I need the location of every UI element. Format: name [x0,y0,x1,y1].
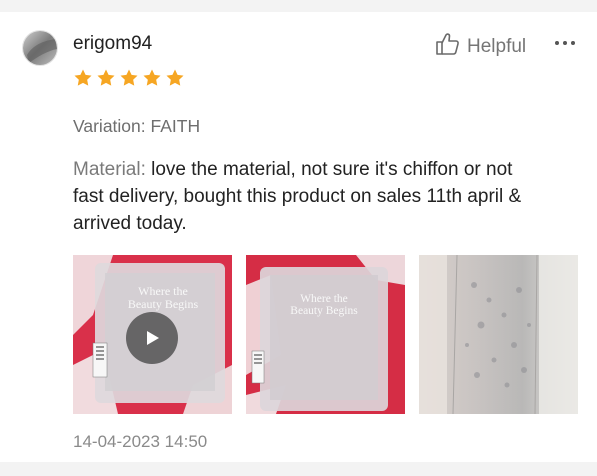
package-text-line2: Beauty Begins [127,297,199,311]
star-icon [143,69,161,86]
review-timestamp: 14-04-2023 14:50 [73,432,208,451]
media-gallery: Where the Beauty Begins Where the Beauty… [73,255,578,414]
username[interactable]: erigom94 [73,33,152,55]
star-icon [74,69,92,86]
thumbs-up-icon [435,31,461,63]
star-icon [166,69,184,86]
review-text: fast delivery, bought this product on sa… [73,186,522,234]
star-rating [73,68,185,88]
review-video-thumbnail[interactable]: Where the Beauty Begins [73,255,232,414]
play-button[interactable] [126,312,178,364]
more-options-button[interactable] [553,31,577,55]
play-icon [142,328,162,348]
review-image-thumbnail[interactable]: Where the Beauty Begins [246,255,405,414]
package-text-line1: Where the [300,293,348,305]
review-body: Material: love the material, not sure it… [73,156,583,237]
variation-text: Variation: FAITH [73,116,201,136]
more-dots-icon [555,41,575,45]
star-icon [97,69,115,86]
material-text: love the material, not sure it's chiffon… [145,159,513,180]
helpful-label: Helpful [467,36,527,57]
bottom-separator [0,462,597,476]
top-separator [0,0,597,12]
material-label: Material: [73,159,146,180]
package-text-line2: Beauty Begins [290,305,358,317]
review-image-thumbnail[interactable] [419,255,578,414]
helpful-button[interactable]: Helpful [435,31,526,63]
avatar[interactable] [22,30,58,66]
star-icon [120,69,138,86]
